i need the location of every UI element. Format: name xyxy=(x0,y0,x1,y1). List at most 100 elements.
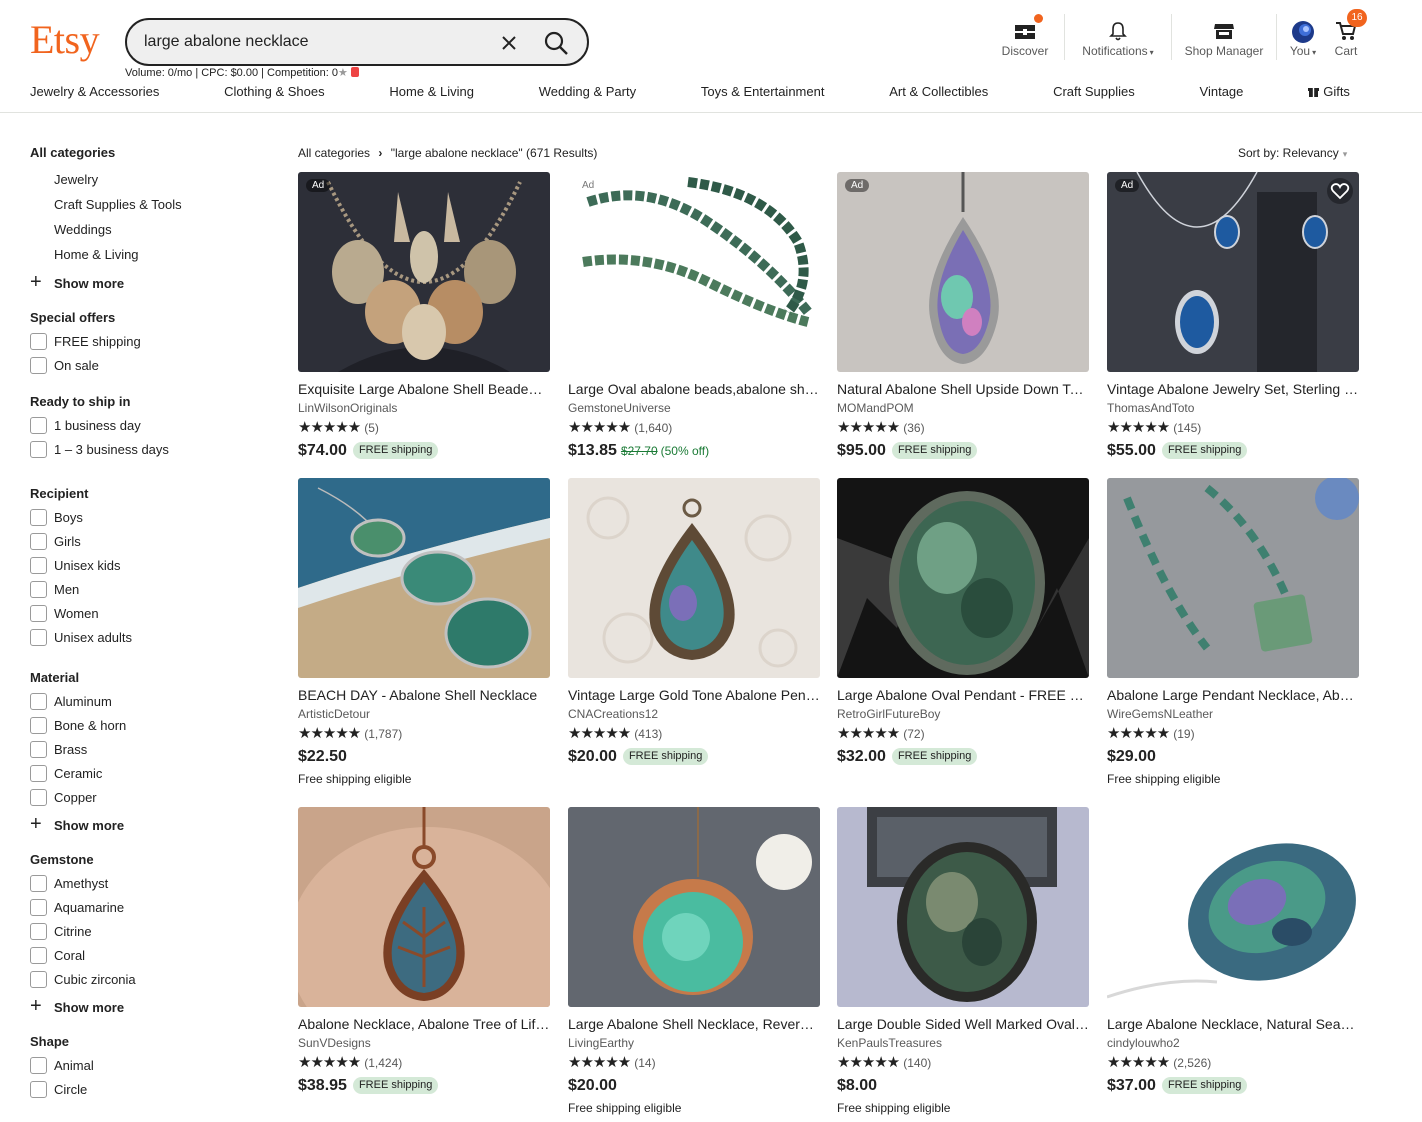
listing-image[interactable]: Ad xyxy=(837,172,1089,372)
listing-image[interactable]: Ad xyxy=(568,172,820,372)
checkbox[interactable] xyxy=(30,508,47,526)
filter-unisex-adults[interactable]: Unisex adults xyxy=(30,625,250,649)
shop-name[interactable]: KenPaulsTreasures xyxy=(837,1034,1089,1052)
filter-1-3-business-days[interactable]: 1 – 3 business days xyxy=(30,437,250,461)
all-categories-heading[interactable]: All categories xyxy=(30,142,250,164)
listing-title[interactable]: Large Double Sided Well Marked Oval Pend… xyxy=(837,1014,1089,1034)
listing-image[interactable] xyxy=(568,478,820,678)
cart-button[interactable]: 16 Cart xyxy=(1321,9,1371,66)
shop-manager-button[interactable]: Shop Manager xyxy=(1180,14,1268,66)
category-home-living[interactable]: Home & Living xyxy=(389,84,474,104)
listing-title[interactable]: BEACH DAY - Abalone Shell Necklace xyxy=(298,685,550,705)
checkbox[interactable] xyxy=(30,556,47,574)
listing-card[interactable]: Large Abalone Necklace, Natural Seashell… xyxy=(1107,807,1359,1098)
category-wedding-party[interactable]: Wedding & Party xyxy=(539,84,636,104)
checkbox[interactable] xyxy=(30,532,47,550)
filter-brass[interactable]: Brass xyxy=(30,737,250,761)
listing-title[interactable]: Natural Abalone Shell Upside Down Teardr… xyxy=(837,379,1089,399)
listing-card[interactable]: Vintage Large Gold Tone Abalone Pendant … xyxy=(568,478,820,769)
filter-boys[interactable]: Boys xyxy=(30,505,250,529)
listing-card[interactable]: Ad Natural Abalone Shell Upside Down Tea… xyxy=(837,172,1089,463)
filter-1-business-day[interactable]: 1 business day xyxy=(30,413,250,437)
sort-dropdown[interactable]: Sort by: Relevancy ▾ xyxy=(1238,146,1347,160)
filter-cubic-zirconia[interactable]: Cubic zirconia xyxy=(30,967,250,991)
shop-name[interactable]: GemstoneUniverse xyxy=(568,399,820,417)
breadcrumb-all-categories[interactable]: All categories xyxy=(298,146,370,160)
filter-coral[interactable]: Coral xyxy=(30,943,250,967)
filter-women[interactable]: Women xyxy=(30,601,250,625)
listing-image[interactable] xyxy=(837,807,1089,1007)
listing-title[interactable]: Abalone Large Pendant Necklace, Abalone … xyxy=(1107,685,1359,705)
shop-name[interactable]: MOMandPOM xyxy=(837,399,1089,417)
listing-image[interactable]: Ad xyxy=(1107,172,1359,372)
listing-card[interactable]: Large Abalone Shell Necklace, Reversible… xyxy=(568,807,820,1118)
listing-card[interactable]: Ad Exquisite Large Abalone Shell Beaded … xyxy=(298,172,550,463)
listing-image[interactable] xyxy=(837,478,1089,678)
notifications-button[interactable]: Notifications ▾ xyxy=(1073,14,1163,66)
sidebar-category-home-living[interactable]: Home & Living xyxy=(30,242,250,267)
shop-name[interactable]: LinWilsonOriginals xyxy=(298,399,550,417)
category-clothing-shoes[interactable]: Clothing & Shoes xyxy=(224,84,324,104)
shop-name[interactable]: ThomasAndToto xyxy=(1107,399,1359,417)
filter-citrine[interactable]: Citrine xyxy=(30,919,250,943)
listing-image[interactable] xyxy=(298,478,550,678)
shop-name[interactable]: WireGemsNLeather xyxy=(1107,705,1359,723)
listing-card[interactable]: Ad Large Oval abalone beads,abalone shel… xyxy=(568,172,820,463)
listing-image[interactable] xyxy=(298,807,550,1007)
checkbox[interactable] xyxy=(30,692,47,710)
show-more-gemstone[interactable]: + Show more xyxy=(30,991,250,1023)
listing-image[interactable]: Ad xyxy=(298,172,550,372)
listing-card[interactable]: BEACH DAY - Abalone Shell Necklace Artis… xyxy=(298,478,550,789)
filter-copper[interactable]: Copper xyxy=(30,785,250,809)
filter-animal[interactable]: Animal xyxy=(30,1053,250,1077)
filter-amethyst[interactable]: Amethyst xyxy=(30,871,250,895)
filter-men[interactable]: Men xyxy=(30,577,250,601)
listing-title[interactable]: Exquisite Large Abalone Shell Beaded Nec… xyxy=(298,379,550,399)
listing-image[interactable] xyxy=(1107,478,1359,678)
show-more-categories[interactable]: + Show more xyxy=(30,267,250,299)
checkbox[interactable] xyxy=(30,788,47,806)
shop-name[interactable]: ArtisticDetour xyxy=(298,705,550,723)
checkbox[interactable] xyxy=(30,1080,47,1098)
filter-on-sale[interactable]: On sale xyxy=(30,353,250,377)
search-icon[interactable] xyxy=(542,29,570,57)
you-menu-button[interactable]: You ▾ xyxy=(1285,14,1321,66)
show-more-material[interactable]: + Show more xyxy=(30,809,250,841)
checkbox[interactable] xyxy=(30,332,47,350)
filter-circle[interactable]: Circle xyxy=(30,1077,250,1101)
listing-title[interactable]: Large Abalone Shell Necklace, Reversible xyxy=(568,1014,820,1034)
filter-unisex-kids[interactable]: Unisex kids xyxy=(30,553,250,577)
category-toys-entertainment[interactable]: Toys & Entertainment xyxy=(701,84,825,104)
sidebar-category-weddings[interactable]: Weddings xyxy=(30,217,250,242)
listing-title[interactable]: Vintage Large Gold Tone Abalone Pendant xyxy=(568,685,820,705)
checkbox[interactable] xyxy=(30,970,47,988)
shop-name[interactable]: CNACreations12 xyxy=(568,705,820,723)
clear-search-icon[interactable] xyxy=(497,31,521,55)
listing-title[interactable]: Large Abalone Necklace, Natural Seashell… xyxy=(1107,1014,1359,1034)
checkbox[interactable] xyxy=(30,898,47,916)
listing-image[interactable] xyxy=(1107,807,1359,1007)
filter-ceramic[interactable]: Ceramic xyxy=(30,761,250,785)
checkbox[interactable] xyxy=(30,874,47,892)
checkbox[interactable] xyxy=(30,440,47,458)
filter-aluminum[interactable]: Aluminum xyxy=(30,689,250,713)
listing-title[interactable]: Large Abalone Oval Pendant - FREE Chain xyxy=(837,685,1089,705)
favorite-heart-icon[interactable] xyxy=(1327,178,1353,204)
discover-button[interactable]: Discover xyxy=(994,14,1056,66)
shop-name[interactable]: RetroGirlFutureBoy xyxy=(837,705,1089,723)
checkbox[interactable] xyxy=(30,604,47,622)
search-input[interactable] xyxy=(144,30,484,54)
checkbox[interactable] xyxy=(30,946,47,964)
shop-name[interactable]: cindylouwho2 xyxy=(1107,1034,1359,1052)
checkbox[interactable] xyxy=(30,580,47,598)
etsy-logo[interactable]: Etsy xyxy=(30,16,100,64)
listing-card[interactable]: Large Double Sided Well Marked Oval Pend… xyxy=(837,807,1089,1118)
listing-card[interactable]: Abalone Necklace, Abalone Tree of Life P… xyxy=(298,807,550,1098)
category-craft-supplies[interactable]: Craft Supplies xyxy=(1053,84,1135,104)
checkbox[interactable] xyxy=(30,356,47,374)
listing-card[interactable]: Ad Vintage Abalone Jewelry Set, Sterling… xyxy=(1107,172,1359,463)
filter-free-shipping[interactable]: FREE shipping xyxy=(30,329,250,353)
filter-bone-horn[interactable]: Bone & horn xyxy=(30,713,250,737)
checkbox[interactable] xyxy=(30,716,47,734)
checkbox[interactable] xyxy=(30,740,47,758)
